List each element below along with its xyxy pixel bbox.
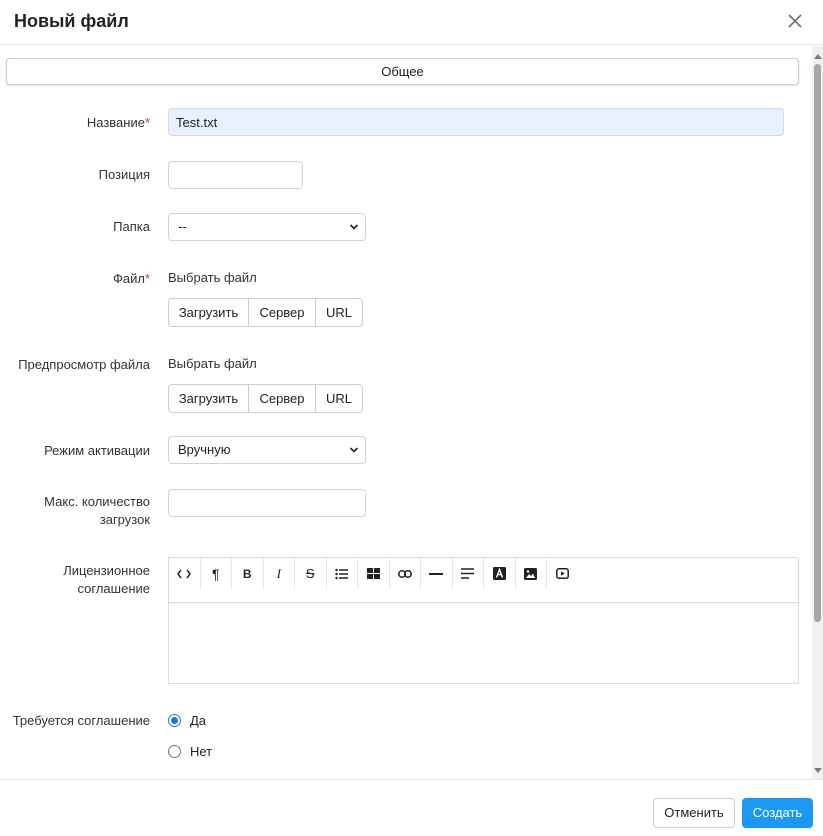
preview-picker-text: Выбрать файл [168, 356, 257, 371]
dialog-footer: Отменить Создать [0, 779, 823, 836]
close-icon[interactable] [785, 11, 805, 31]
link-icon[interactable] [390, 558, 421, 589]
required-mark: * [144, 115, 150, 130]
horizontal-rule-icon[interactable] [421, 558, 453, 589]
file-url-button[interactable]: URL [315, 298, 363, 327]
preview-label: Предпросмотр файла [18, 357, 150, 372]
paragraph-icon[interactable]: ¶ [201, 558, 232, 589]
cancel-button[interactable]: Отменить [653, 798, 735, 828]
name-label: Название* [86, 115, 150, 130]
required-mark: * [144, 271, 150, 286]
dialog-title: Новый файл [14, 11, 129, 31]
radio-checked-icon [168, 714, 181, 727]
tab-general[interactable]: Общее [6, 58, 799, 85]
folder-select[interactable]: -- [168, 213, 366, 241]
max-downloads-input[interactable] [168, 489, 366, 517]
position-label: Позиция [98, 167, 150, 182]
scrollbar[interactable] [812, 46, 823, 779]
scroll-down-icon[interactable] [814, 768, 822, 773]
table-icon[interactable] [358, 558, 390, 589]
file-source-group: Загрузить Сервер URL [168, 298, 363, 327]
position-input[interactable] [168, 161, 303, 189]
file-picker-text: Выбрать файл [168, 270, 257, 285]
activation-select[interactable]: Вручную [168, 436, 366, 464]
folder-label: Папка [113, 219, 150, 234]
radio-unchecked-icon [168, 745, 181, 758]
license-editor-area[interactable] [169, 603, 798, 683]
preview-server-button[interactable]: Сервер [248, 384, 316, 413]
preview-url-button[interactable]: URL [315, 384, 363, 413]
chevron-down-icon [349, 447, 359, 453]
folder-select-value: -- [178, 219, 187, 234]
file-label: Файл* [112, 271, 150, 286]
dialog-body: Общее Название* Позиция Папка -- Файл* В… [0, 46, 812, 779]
name-input[interactable] [168, 108, 784, 136]
image-icon[interactable] [516, 558, 547, 589]
agreement-yes-radio[interactable]: Да [168, 713, 206, 728]
scroll-up-icon[interactable] [814, 54, 822, 59]
max-downloads-label: Макс. количество загрузок [44, 494, 150, 527]
file-server-button[interactable]: Сервер [248, 298, 316, 327]
activation-select-value: Вручную [178, 442, 231, 457]
bold-icon[interactable]: B [232, 558, 264, 589]
agreement-label: Требуется соглашение [12, 713, 150, 728]
preview-upload-button[interactable]: Загрузить [168, 384, 249, 413]
agreement-no-label: Нет [190, 744, 213, 759]
code-view-icon[interactable] [169, 558, 201, 589]
scrollbar-thumb[interactable] [814, 64, 821, 622]
license-label: Лицензионное соглашение [63, 563, 150, 596]
agreement-yes-label: Да [190, 713, 207, 728]
editor-toolbar: ¶ B I S [169, 558, 798, 603]
align-icon[interactable] [453, 558, 484, 589]
chevron-down-icon [349, 224, 359, 230]
dialog-header: Новый файл [0, 0, 823, 45]
font-color-icon[interactable] [484, 558, 516, 589]
agreement-no-radio[interactable]: Нет [168, 744, 212, 759]
activation-label: Режим активации [44, 443, 150, 458]
video-icon[interactable] [547, 558, 579, 589]
preview-source-group: Загрузить Сервер URL [168, 384, 363, 413]
license-editor: ¶ B I S [168, 557, 799, 684]
strikethrough-icon[interactable]: S [295, 558, 327, 589]
italic-icon[interactable]: I [264, 558, 295, 589]
create-button[interactable]: Создать [742, 798, 813, 828]
file-upload-button[interactable]: Загрузить [168, 298, 249, 327]
list-icon[interactable] [327, 558, 358, 589]
